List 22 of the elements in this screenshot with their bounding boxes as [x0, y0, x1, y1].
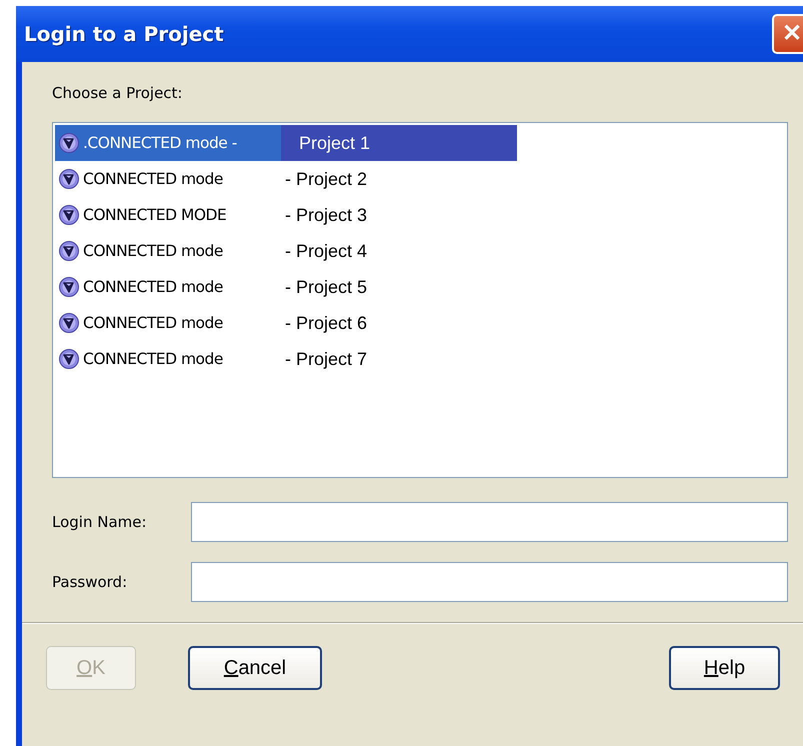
project-item[interactable]: CONNECTED mode - Project 5 — [55, 269, 785, 305]
project-icon — [59, 205, 79, 225]
field-label: Password: — [52, 573, 128, 591]
close-button[interactable]: ✕ — [772, 14, 803, 54]
list-label: Choose a Project: — [52, 84, 184, 102]
project-item[interactable]: CONNECTED mode - Project 6 — [55, 305, 785, 341]
project-icon — [59, 133, 79, 153]
input-field[interactable] — [191, 562, 788, 602]
field-label: Login Name: — [52, 513, 148, 531]
dialog-button[interactable]: Cancel — [188, 646, 322, 690]
window-title: Login to a Project — [24, 22, 224, 46]
project-item[interactable]: CONNECTED MODE - Project 3 — [55, 197, 785, 233]
input-field[interactable] — [191, 502, 788, 542]
project-icon — [59, 241, 79, 261]
project-item[interactable]: CONNECTED mode - Project 7 — [55, 341, 785, 377]
dialog-button[interactable]: Help — [669, 646, 780, 690]
project-icon — [59, 313, 79, 333]
project-icon — [59, 277, 79, 297]
project-item[interactable]: CONNECTED mode - Project 4 — [55, 233, 785, 269]
project-icon — [59, 169, 79, 189]
project-item[interactable]: CONNECTED mode - Project 2 — [55, 161, 785, 197]
project-icon — [59, 349, 79, 369]
